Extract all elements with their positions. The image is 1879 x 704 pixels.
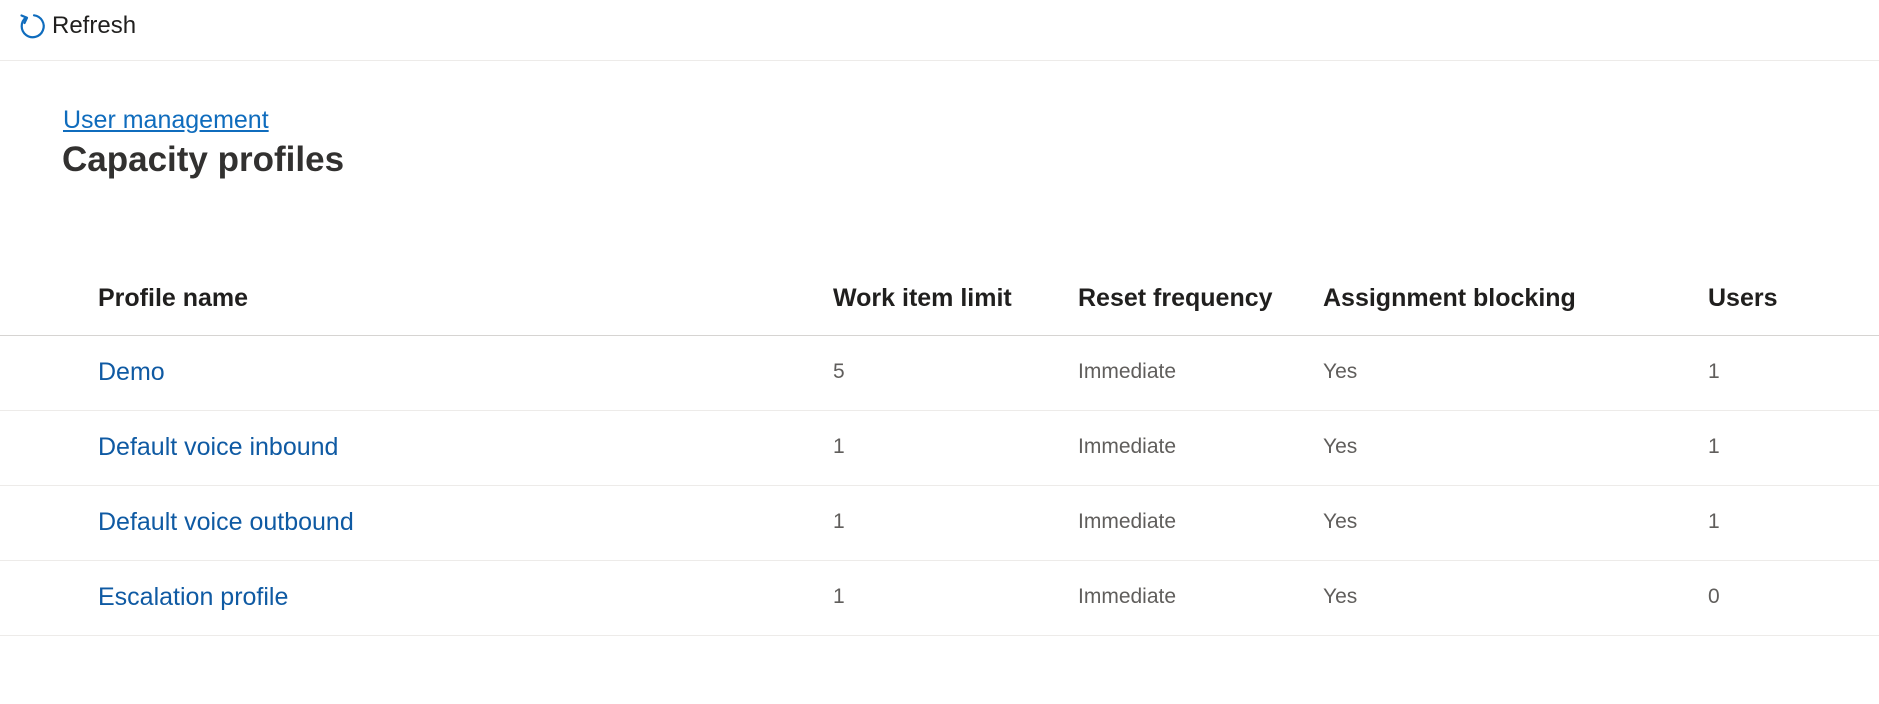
column-header-reset-frequency[interactable]: Reset frequency	[1078, 284, 1273, 313]
users-cell: 0	[1708, 585, 1720, 608]
column-header-users[interactable]: Users	[1708, 284, 1778, 313]
users-cell: 1	[1708, 510, 1720, 533]
work-item-limit-cell: 5	[833, 360, 845, 383]
breadcrumb-user-management-link[interactable]: User management	[63, 106, 269, 135]
table-row[interactable]: Escalation profile 1 Immediate Yes 0	[0, 561, 1879, 636]
work-item-limit-cell: 1	[833, 585, 845, 608]
users-cell: 1	[1708, 435, 1720, 458]
table-row[interactable]: Default voice inbound 1 Immediate Yes 1	[0, 411, 1879, 486]
grid-header: Profile name Work item limit Reset frequ…	[0, 260, 1879, 336]
refresh-label: Refresh	[52, 12, 137, 39]
command-bar: Refresh	[0, 0, 1879, 61]
page-title: Capacity profiles	[62, 140, 345, 179]
users-cell: 1	[1708, 360, 1720, 383]
assignment-blocking-cell: Yes	[1323, 510, 1358, 533]
table-row[interactable]: Default voice outbound 1 Immediate Yes 1	[0, 486, 1879, 561]
work-item-limit-cell: 1	[833, 435, 845, 458]
profile-name-link[interactable]: Demo	[98, 358, 165, 387]
column-header-profile-name[interactable]: Profile name	[98, 284, 248, 313]
reset-frequency-cell: Immediate	[1078, 435, 1177, 458]
profile-name-link[interactable]: Default voice outbound	[98, 508, 354, 537]
profile-name-link[interactable]: Escalation profile	[98, 583, 288, 612]
assignment-blocking-cell: Yes	[1323, 435, 1358, 458]
assignment-blocking-cell: Yes	[1323, 585, 1358, 608]
work-item-limit-cell: 1	[833, 510, 845, 533]
assignment-blocking-cell: Yes	[1323, 360, 1358, 383]
reset-frequency-cell: Immediate	[1078, 510, 1177, 533]
refresh-icon	[16, 10, 48, 42]
column-header-work-item-limit[interactable]: Work item limit	[833, 284, 1012, 313]
refresh-button[interactable]: Refresh	[16, 8, 136, 44]
column-header-assignment-blocking[interactable]: Assignment blocking	[1323, 284, 1576, 313]
reset-frequency-cell: Immediate	[1078, 360, 1177, 383]
reset-frequency-cell: Immediate	[1078, 585, 1177, 608]
capacity-profiles-grid: Profile name Work item limit Reset frequ…	[0, 260, 1879, 636]
table-row[interactable]: Demo 5 Immediate Yes 1	[0, 336, 1879, 411]
profile-name-link[interactable]: Default voice inbound	[98, 433, 338, 462]
